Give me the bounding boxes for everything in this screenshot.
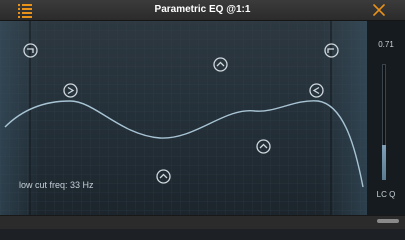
band-handle-high-cut[interactable]: [308, 82, 325, 99]
close-button[interactable]: [370, 1, 388, 19]
band-handle-peak-3[interactable]: [255, 138, 272, 155]
bottom-bar: [0, 215, 405, 229]
q-slider-fill: [382, 145, 386, 180]
page-title: Parametric EQ @1:1: [154, 4, 251, 15]
band-handle-peak-1[interactable]: [155, 168, 172, 185]
band-handle-high-shelf[interactable]: [323, 42, 340, 59]
band-handle-low-shelf[interactable]: [22, 42, 39, 59]
title-bar: Parametric EQ @1:1: [0, 0, 405, 21]
q-value-label: 0.71: [378, 40, 394, 49]
drag-handle[interactable]: [377, 219, 399, 223]
frequency-readout: low cut freq: 33 Hz: [19, 180, 94, 190]
lc-q-label: LC Q: [376, 190, 396, 199]
band-handle-peak-2[interactable]: [212, 56, 229, 73]
q-slider[interactable]: [379, 64, 389, 180]
close-icon: [373, 4, 385, 16]
band-handle-low-cut[interactable]: [62, 82, 79, 99]
